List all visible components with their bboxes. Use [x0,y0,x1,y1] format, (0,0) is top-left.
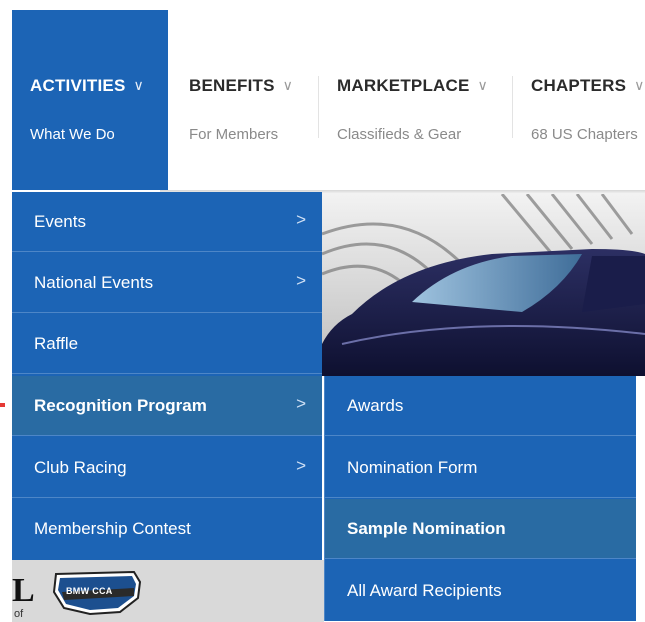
menu-item-club-racing[interactable]: Club Racing > [12,438,322,498]
chevron-right-icon: > [296,456,306,475]
chevron-right-icon: > [296,271,306,290]
chevron-right-icon: > [296,210,306,229]
nav-item-subtitle: What We Do [30,126,115,143]
menu-item-label: Club Racing [34,458,127,477]
submenu-item-nomination-form[interactable]: Nomination Form [325,438,636,498]
submenu-item-label: Awards [347,396,404,415]
submenu-item-awards[interactable]: Awards [325,376,636,436]
chevron-down-icon: ∨ [634,77,645,93]
submenu-item-label: All Award Recipients [347,581,502,600]
menu-item-national-events[interactable]: National Events > [12,253,322,313]
menu-item-label: National Events [34,273,154,292]
top-navigation: ACTIVITIES ∨ What We Do BENEFITS ∨ For Mem… [12,10,645,190]
hero-image [322,194,645,376]
submenu-item-label: Nomination Form [347,458,478,477]
chevron-down-icon: ∨ [282,77,294,93]
menu-item-raffle[interactable]: Raffle [12,314,322,374]
menu-item-events[interactable]: Events > [12,192,322,252]
menu-item-label: Raffle [34,334,79,353]
nav-item-marketplace[interactable]: MARKETPLACE ∨ Classifieds & Gear [319,10,512,190]
menu-item-label: Membership Contest [34,519,191,538]
submenu-item-all-award-recipients[interactable]: All Award Recipients [325,561,636,621]
submenu-item-sample-nomination[interactable]: Sample Nomination [325,499,636,559]
nav-item-subtitle: Classifieds & Gear [337,126,462,143]
menu-item-label: Events [34,212,86,231]
recognition-program-submenu: Awards Nomination Form Sample Nomination… [324,376,636,621]
activities-dropdown-menu: Events > National Events > Raffle Recogn… [12,192,322,560]
nav-item-label: ACTIVITIES ∨ [30,76,144,95]
menu-item-recognition-program[interactable]: Recognition Program > [12,376,322,436]
nav-item-label: BENEFITS ∨ [189,76,294,95]
menu-item-label: Recognition Program [34,396,207,415]
pointer-marker [0,403,5,407]
chevron-down-icon: ∨ [133,77,144,93]
chevron-down-icon: ∨ [477,77,488,93]
logo-badge-text: BMW CCA [66,586,113,596]
menu-item-membership-contest[interactable]: Membership Contest [12,499,322,559]
nav-item-label: MARKETPLACE ∨ [337,76,488,95]
nav-item-subtitle: For Members [189,126,279,143]
nav-item-label: CHAPTERS ∨ [531,76,645,95]
logo-strip: L of BMW CCA [12,560,324,622]
nav-item-chapters[interactable]: CHAPTERS ∨ 68 US Chapters [513,10,645,190]
chevron-right-icon: > [296,394,306,413]
logo-subtext: of [14,608,24,620]
submenu-item-label: Sample Nomination [347,519,506,538]
nav-item-subtitle: 68 US Chapters [531,126,638,143]
nav-item-benefits[interactable]: BENEFITS ∨ For Members [172,10,317,190]
nav-item-activities[interactable]: ACTIVITIES ∨ What We Do [12,10,168,190]
logo-letter: L [12,572,35,609]
